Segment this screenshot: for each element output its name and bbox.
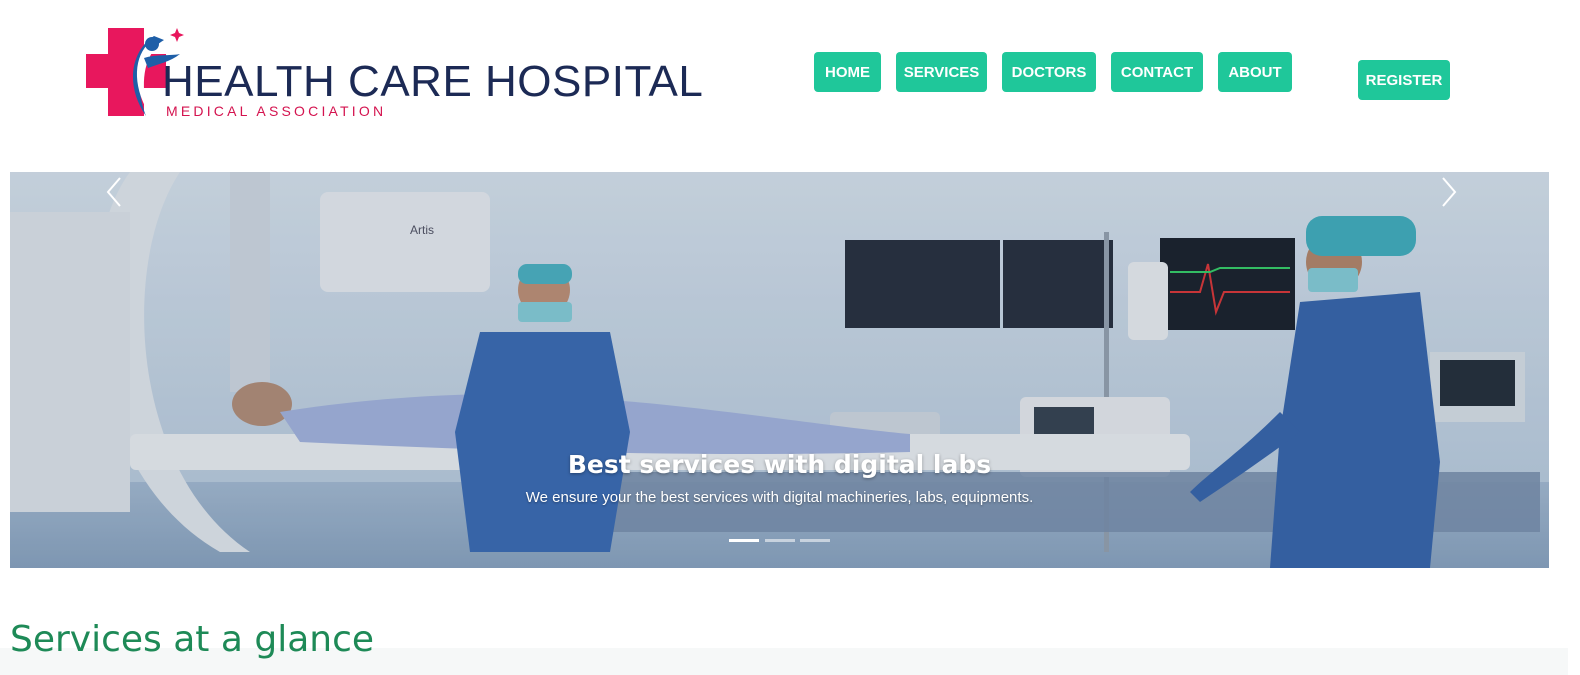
nav-services-button[interactable]: SERVICES xyxy=(896,52,987,92)
nav-home-button[interactable]: HOME xyxy=(814,52,881,92)
register-button[interactable]: REGISTER xyxy=(1358,60,1450,100)
nav-about-button[interactable]: ABOUT xyxy=(1218,52,1292,92)
nav-contact-button[interactable]: CONTACT xyxy=(1111,52,1203,92)
hero-carousel: Artis Best services with digital labs We… xyxy=(10,172,1549,568)
nav-doctors-button[interactable]: DOCTORS xyxy=(1002,52,1096,92)
services-section-title: Services at a glance xyxy=(10,619,375,660)
page: HEALTH CARE HOSPITAL MEDICAL ASSOCIATION… xyxy=(0,0,1580,675)
chevron-right-icon[interactable] xyxy=(1433,172,1463,212)
hospital-operating-room-photo: Artis xyxy=(10,172,1549,568)
logo-title: HEALTH CARE HOSPITAL xyxy=(162,57,704,106)
chevron-left-icon[interactable] xyxy=(100,172,130,212)
carousel-indicator-1[interactable] xyxy=(729,539,759,542)
carousel-indicator-3[interactable] xyxy=(800,539,830,542)
carousel-slide-title: Best services with digital labs xyxy=(567,450,992,479)
logo-tagline: MEDICAL ASSOCIATION xyxy=(166,103,387,119)
carousel-slide-subtitle: We ensure your the best services with di… xyxy=(525,489,1034,506)
carousel-caption: Best services with digital labs We ensur… xyxy=(10,450,1549,506)
carousel-indicator-2[interactable] xyxy=(765,539,795,542)
site-logo[interactable]: HEALTH CARE HOSPITAL MEDICAL ASSOCIATION xyxy=(84,24,703,124)
page-scroll-edge xyxy=(1568,0,1580,675)
